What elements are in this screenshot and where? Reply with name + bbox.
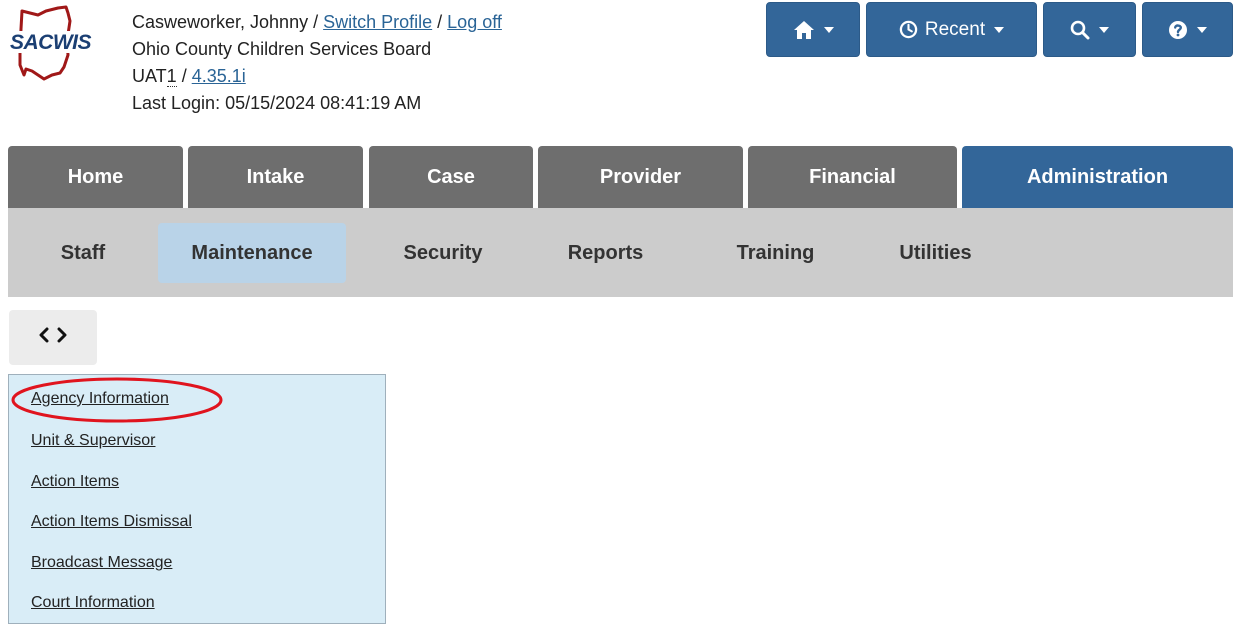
version-link[interactable]: 4.35.1i	[192, 66, 246, 86]
home-icon	[793, 20, 815, 40]
chevron-down-icon	[823, 26, 834, 33]
user-name: Casweworker, Johnny	[132, 12, 309, 32]
subtab-reports[interactable]: Reports	[543, 223, 668, 283]
tab-provider[interactable]: Provider	[538, 146, 743, 208]
tab-case[interactable]: Case	[369, 146, 533, 208]
main-navigation: Home Intake Case Provider Financial Admi…	[8, 146, 1233, 208]
environment-line: UAT1 / 4.35.1i	[132, 63, 502, 90]
user-info: Casweworker, Johnny / Switch Profile / L…	[132, 9, 502, 117]
environment-number: 1	[166, 66, 177, 87]
separator: /	[308, 12, 324, 32]
menu-item-unit-supervisor[interactable]: Unit & Supervisor	[31, 432, 156, 450]
separator: /	[432, 12, 448, 32]
user-line: Casweworker, Johnny / Switch Profile / L…	[132, 9, 502, 36]
sub-navigation: Staff Maintenance Security Reports Train…	[8, 208, 1233, 297]
chevron-down-icon	[994, 26, 1005, 33]
subtab-utilities[interactable]: Utilities	[873, 223, 998, 283]
chevron-left-icon	[37, 327, 51, 348]
tab-administration[interactable]: Administration	[962, 146, 1233, 208]
log-off-link[interactable]: Log off	[447, 12, 502, 32]
menu-item-broadcast-message[interactable]: Broadcast Message	[31, 554, 172, 572]
menu-item-action-items[interactable]: Action Items	[31, 473, 119, 491]
logo-text: SACWIS	[10, 31, 92, 54]
tab-home[interactable]: Home	[8, 146, 183, 208]
switch-profile-link[interactable]: Switch Profile	[323, 12, 432, 32]
subtab-security[interactable]: Security	[378, 223, 508, 283]
sacwis-logo: SACWIS	[8, 5, 92, 83]
chevron-down-icon	[1197, 26, 1207, 33]
sidebar-toggle-button[interactable]	[9, 310, 97, 365]
help-menu-button[interactable]	[1142, 2, 1233, 57]
tab-intake[interactable]: Intake	[188, 146, 363, 208]
menu-item-agency-information[interactable]: Agency Information	[31, 390, 169, 408]
agency-name: Ohio County Children Services Board	[132, 39, 432, 59]
search-menu-button[interactable]	[1043, 2, 1136, 57]
home-menu-button[interactable]	[766, 2, 860, 57]
separator: /	[176, 66, 192, 86]
tab-financial[interactable]: Financial	[748, 146, 957, 208]
subtab-staff[interactable]: Staff	[33, 223, 133, 283]
recent-label: Recent	[924, 18, 986, 40]
help-icon	[1168, 20, 1188, 40]
subtab-training[interactable]: Training	[713, 223, 838, 283]
search-icon	[1070, 20, 1090, 40]
chevron-right-icon	[55, 327, 69, 348]
recent-menu-button[interactable]: Recent	[866, 2, 1037, 57]
clock-icon	[899, 20, 918, 39]
environment-name: UAT	[132, 66, 167, 86]
maintenance-menu: Agency Information Unit & Supervisor Act…	[8, 374, 386, 624]
menu-item-action-items-dismissal[interactable]: Action Items Dismissal	[31, 513, 192, 531]
last-login: Last Login: 05/15/2024 08:41:19 AM	[132, 93, 422, 113]
subtab-maintenance[interactable]: Maintenance	[158, 223, 346, 283]
menu-item-court-information[interactable]: Court Information	[31, 594, 155, 612]
chevron-down-icon	[1099, 26, 1109, 33]
